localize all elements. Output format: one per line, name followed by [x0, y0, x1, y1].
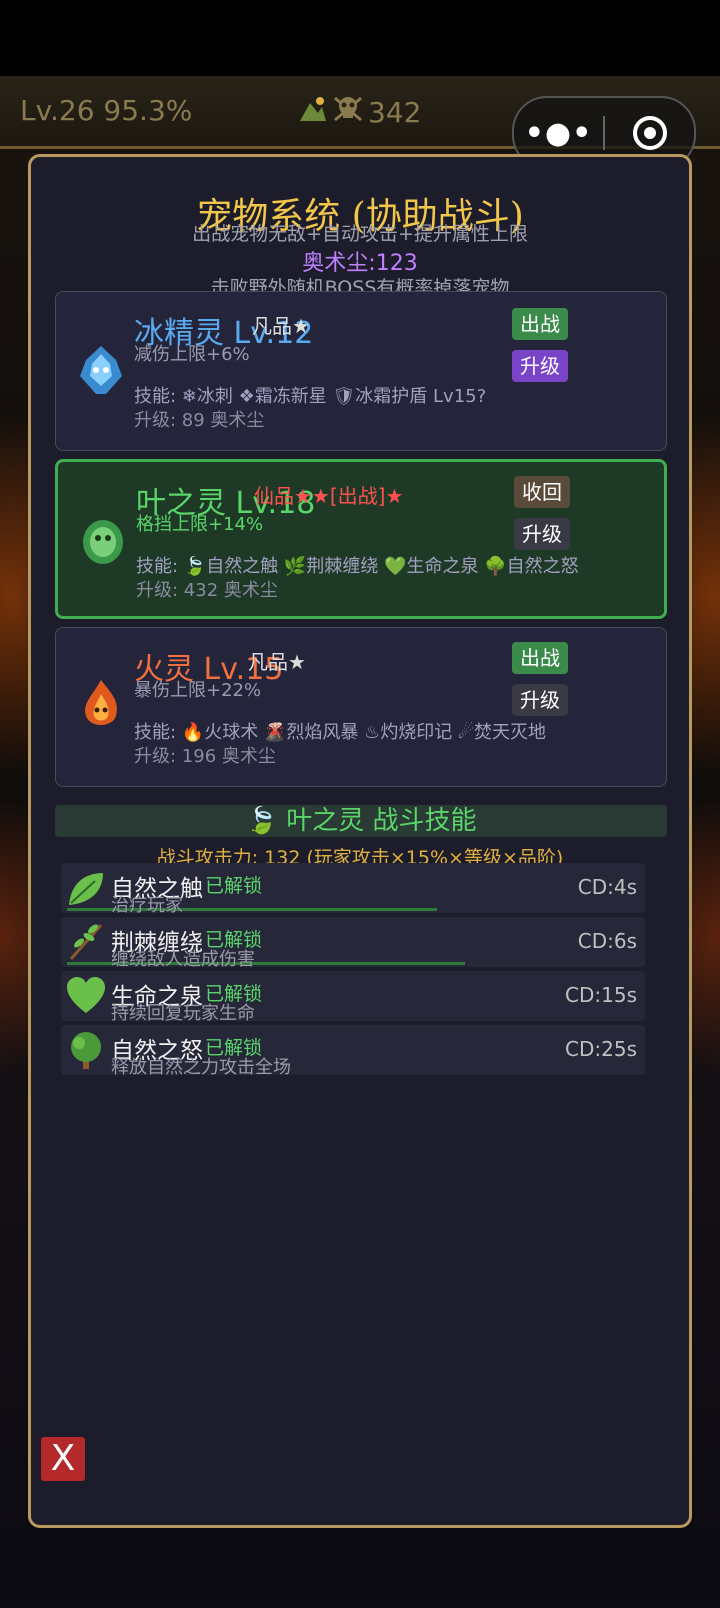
tree-icon: [65, 1029, 107, 1071]
pet-bonus: 暴伤上限+22%: [134, 680, 262, 701]
pet-card-leaf: 叶之灵 Lv.18 仙品★★[出战]★ 格挡上限+14% 技能: 🍃自然之触 🌿…: [55, 459, 667, 619]
skill-row: 荆棘缠绕 已解锁 缠绕敌人造成伤害 CD:6s: [61, 917, 645, 970]
upgrade-button[interactable]: 升级: [512, 684, 568, 716]
skill-description: 治疗玩家: [111, 895, 183, 916]
skill-unlock-status: 已解锁: [205, 875, 263, 897]
panel-subtitle: 出战宠物无敌+自动攻击+提升属性上限: [192, 223, 528, 245]
pet-skills: 技能: 🍃自然之触 🌿荆棘缠绕 💚生命之泉 🌳自然之怒: [136, 556, 579, 577]
resource-counter: 342: [298, 94, 421, 131]
skill-cooldown: CD:25s: [565, 1037, 637, 1061]
more-dots-icon: •●•: [524, 115, 593, 151]
pet-upgrade-cost: 升级: 196 奥术尘: [134, 746, 276, 767]
deploy-button[interactable]: 出战: [512, 642, 568, 674]
pet-rank: 仙品★★[出战]★: [254, 484, 404, 508]
skill-description: 缠绕敌人造成伤害: [111, 949, 255, 970]
pet-rank: 凡品★: [248, 650, 306, 674]
upgrade-button[interactable]: 升级: [514, 518, 570, 550]
leaf-spirit-icon: [78, 512, 128, 568]
leaf-icon: [65, 867, 107, 909]
skill-section-title: 叶之灵 战斗技能: [286, 806, 477, 836]
pet-skills: 技能: 🔥火球术 🌋烈焰风暴 ♨灼烧印记 ☄焚天灭地: [134, 722, 547, 743]
herb-icon: [65, 921, 107, 963]
fire-spirit-icon: [76, 678, 126, 734]
target-icon: [632, 116, 667, 150]
pet-upgrade-cost: 升级: 89 奥术尘: [134, 410, 265, 431]
skill-cooldown: CD:15s: [565, 983, 637, 1007]
skill-description: 释放自然之力攻击全场: [111, 1057, 291, 1078]
upgrade-button[interactable]: 升级: [512, 350, 568, 382]
skill-description: 持续回复玩家生命: [111, 1003, 255, 1024]
skull-icon: [332, 94, 364, 131]
skill-section-header: 🍃 叶之灵 战斗技能: [55, 805, 667, 837]
pet-card-ice: 冰精灵 Lv.12 凡品★ 减伤上限+6% 技能: ❄冰刺 ❖霜冻新星 🛡冰霜护…: [55, 291, 667, 451]
skill-row: 自然之怒 已解锁 释放自然之力攻击全场 CD:25s: [61, 1025, 645, 1078]
skill-row: 自然之触 已解锁 治疗玩家 CD:4s: [61, 863, 645, 916]
recall-button[interactable]: 收回: [514, 476, 570, 508]
deploy-button[interactable]: 出战: [512, 308, 568, 340]
skill-cooldown: CD:4s: [577, 875, 637, 899]
pet-system-panel: 宠物系统 (协助战斗) 出战宠物无敌+自动攻击+提升属性上限 奥术尘:123 击…: [28, 154, 692, 1528]
heart-icon: [65, 975, 107, 1017]
skill-row: 生命之泉 已解锁 持续回复玩家生命 CD:15s: [61, 971, 645, 1024]
pet-card-fire: 火灵 Lv.15 凡品★ 暴伤上限+22% 技能: 🔥火球术 🌋烈焰风暴 ♨灼烧…: [55, 627, 667, 787]
leaf-icon: 🍃: [245, 806, 278, 836]
close-button[interactable]: X: [41, 1437, 85, 1481]
pet-rank: 凡品★: [252, 314, 310, 338]
landscape-icon: [298, 95, 328, 130]
ice-spirit-icon: [76, 342, 126, 398]
resource-value: 342: [368, 96, 422, 129]
pet-skills: 技能: ❄冰刺 ❖霜冻新星 🛡冰霜护盾 Lv15?: [134, 386, 487, 407]
skill-cooldown: CD:6s: [577, 929, 637, 953]
pet-bonus: 格挡上限+14%: [136, 514, 264, 535]
player-level: Lv.26 95.3%: [20, 94, 193, 127]
pet-bonus: 减伤上限+6%: [134, 344, 250, 365]
pet-upgrade-cost: 升级: 432 奥术尘: [136, 580, 278, 601]
